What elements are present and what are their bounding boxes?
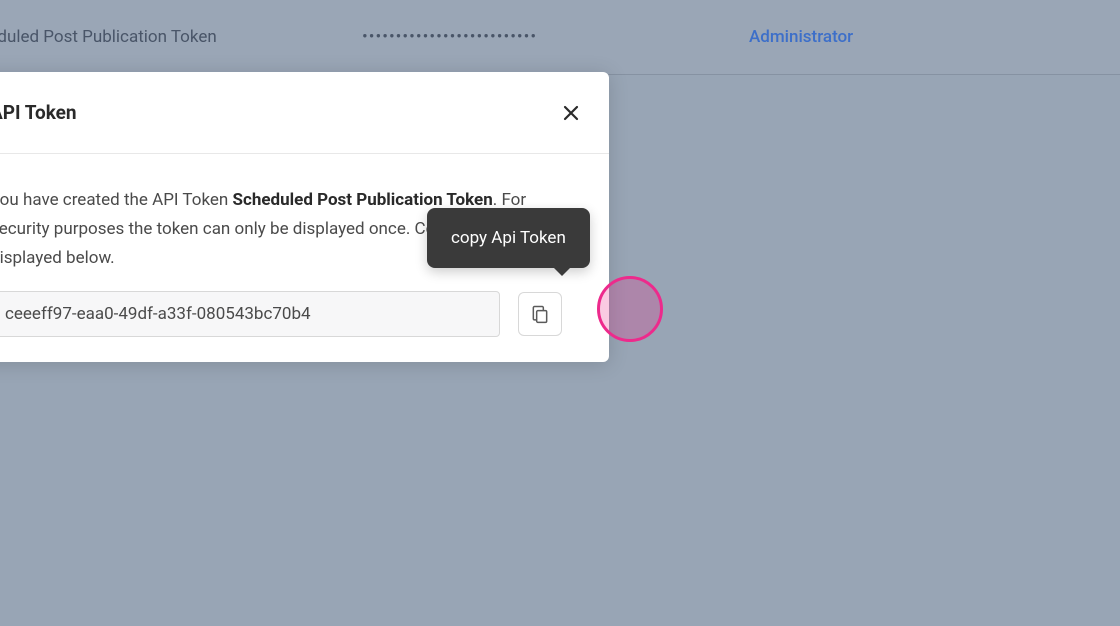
copy-tooltip: copy Api Token bbox=[427, 208, 590, 268]
copy-icon bbox=[530, 304, 550, 324]
close-icon bbox=[563, 105, 579, 121]
token-value-field[interactable]: ceeeff97-eaa0-49df-a33f-080543bc70b4 bbox=[0, 291, 500, 337]
modal-text-bold: Scheduled Post Publication Token bbox=[233, 190, 493, 210]
modal-text-prefix: You have created the API Token bbox=[0, 190, 233, 210]
modal-header: API Token bbox=[0, 72, 609, 154]
topbar-masked-token: •••••••••••••••••••••••••• bbox=[362, 27, 537, 47]
topbar: Scheduled Post Publication Token •••••••… bbox=[0, 0, 1120, 75]
modal-text-post1: . bbox=[493, 190, 497, 210]
topbar-role[interactable]: Administrator bbox=[749, 27, 853, 47]
copy-token-button[interactable] bbox=[518, 292, 562, 336]
token-value-text: ceeeff97-eaa0-49df-a33f-080543bc70b4 bbox=[5, 304, 311, 324]
close-button[interactable] bbox=[561, 103, 581, 123]
token-row: ceeeff97-eaa0-49df-a33f-080543bc70b4 bbox=[0, 291, 581, 337]
tooltip-text: copy Api Token bbox=[451, 228, 566, 248]
topbar-token-name: Scheduled Post Publication Token bbox=[0, 27, 217, 47]
modal-title: API Token bbox=[0, 101, 77, 124]
